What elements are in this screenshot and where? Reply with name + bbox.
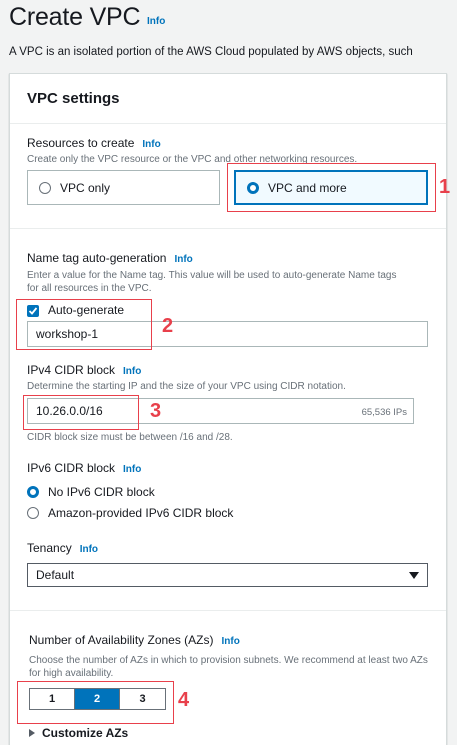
annotation-number-2: 2: [162, 315, 174, 337]
resources-info-link[interactable]: Info: [142, 139, 160, 150]
tenancy-info-link[interactable]: Info: [80, 544, 98, 555]
panel-title: VPC settings: [27, 90, 120, 107]
annotation-number-3: 3: [150, 400, 162, 422]
name-tag-info-link[interactable]: Info: [174, 254, 192, 265]
ipv4-label: IPv4 CIDR block Info: [27, 363, 142, 377]
annotation-box-4: [17, 681, 174, 724]
caret-right-icon: [29, 729, 35, 737]
caret-down-icon: [409, 572, 419, 579]
tenancy-label: Tenancy Info: [27, 541, 99, 555]
radio-icon: [39, 181, 51, 194]
name-tag-description: Enter a value for the Name tag. This val…: [27, 270, 397, 294]
vpc-only-option[interactable]: VPC only: [27, 170, 220, 205]
page-intro: A VPC is an isolated portion of the AWS …: [9, 46, 413, 58]
annotation-box-3: [23, 395, 139, 430]
ipv6-info-link[interactable]: Info: [123, 464, 141, 475]
azs-label: Number of Availability Zones (AZs) Info: [29, 633, 240, 647]
divider: [10, 610, 446, 611]
name-tag-label: Name tag auto-generation Info: [27, 251, 193, 265]
annotation-box-2: [16, 299, 152, 350]
tenancy-select[interactable]: Default: [27, 563, 428, 587]
annotation-number-1: 1: [439, 176, 451, 198]
panel-header: VPC settings: [10, 74, 446, 124]
ip-count-suffix: 65,536 IPs: [361, 407, 407, 418]
page-title: Create VPC: [9, 3, 141, 31]
azs-description: Choose the number of AZs in which to pro…: [29, 655, 428, 679]
no-ipv6-option[interactable]: No IPv6 CIDR block: [27, 485, 155, 499]
ipv4-description: Determine the starting IP and the size o…: [27, 381, 346, 392]
ipv4-info-link[interactable]: Info: [123, 366, 141, 377]
radio-selected-icon: [27, 486, 39, 498]
azs-info-link[interactable]: Info: [222, 636, 240, 647]
annotation-number-4: 4: [178, 689, 190, 711]
resources-label: Resources to create Info: [27, 136, 161, 150]
radio-icon: [27, 507, 39, 519]
amazon-ipv6-option[interactable]: Amazon-provided IPv6 CIDR block: [27, 506, 233, 520]
ipv6-label: IPv6 CIDR block Info: [27, 461, 142, 475]
annotation-box-1: [227, 163, 436, 212]
divider: [10, 228, 446, 229]
page-info-link[interactable]: Info: [147, 16, 165, 27]
customize-azs-toggle[interactable]: Customize AZs: [29, 726, 128, 740]
ipv4-constraint: CIDR block size must be between /16 and …: [27, 432, 233, 443]
